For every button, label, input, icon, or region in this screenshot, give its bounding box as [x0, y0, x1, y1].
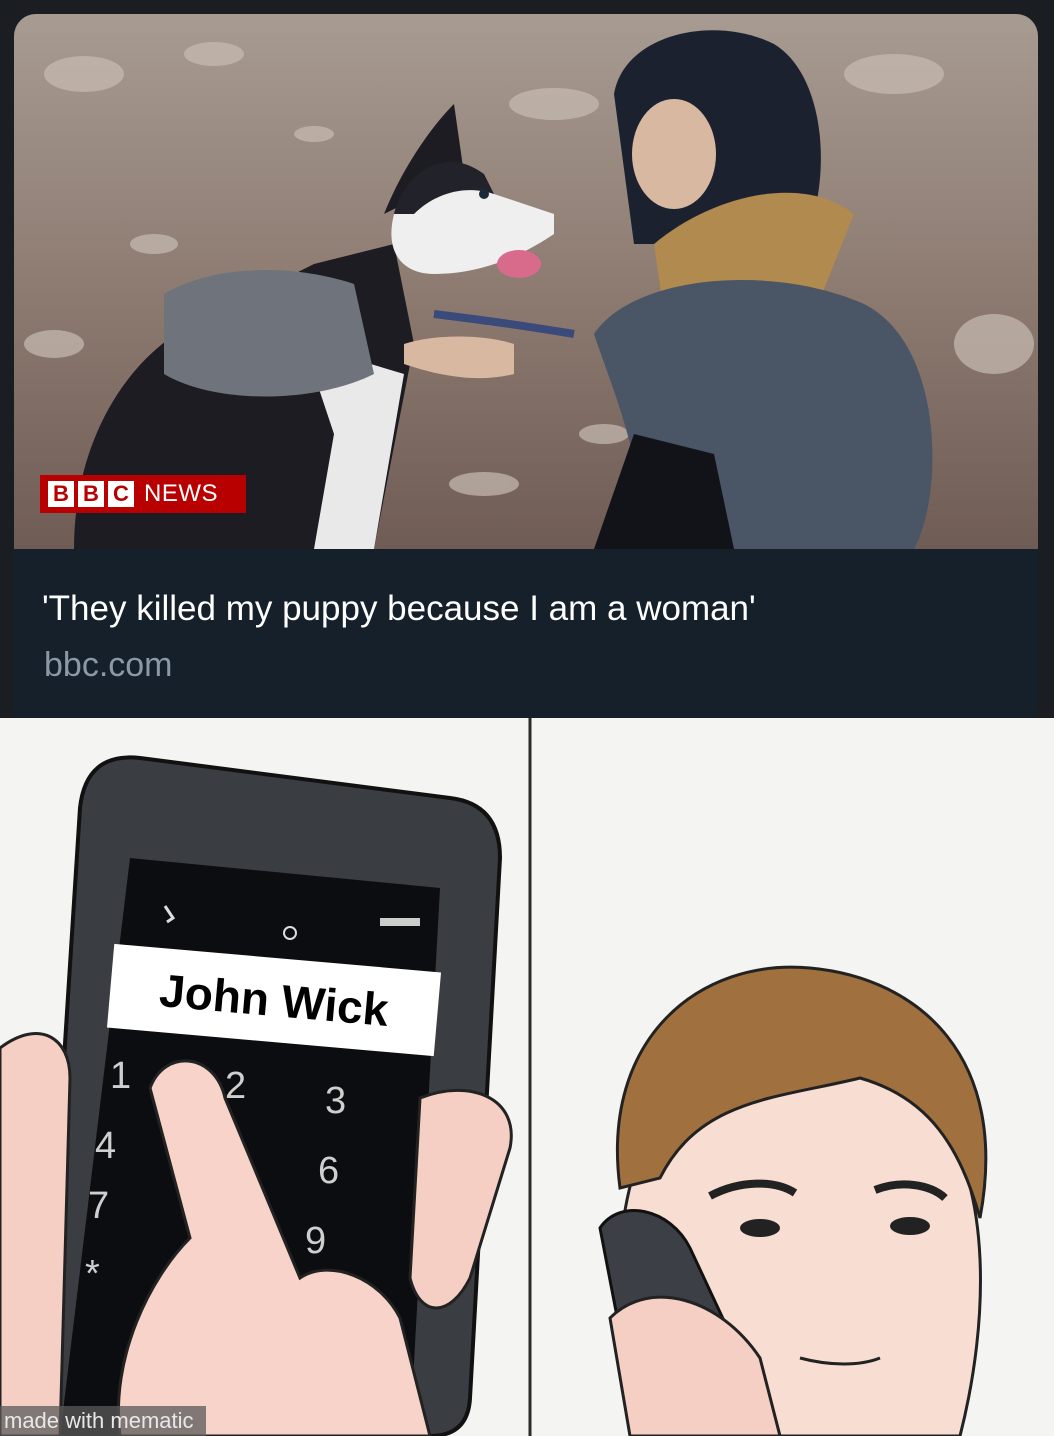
mematic-watermark: made with mematic [0, 1406, 206, 1436]
keypad-key: 9 [305, 1220, 326, 1262]
right-eye [890, 1217, 930, 1235]
news-photo[interactable] [14, 14, 1038, 549]
bbc-logo-news-text: NEWS [144, 480, 218, 507]
keypad-key: 3 [325, 1080, 346, 1122]
article-domain[interactable]: bbc.com [44, 646, 173, 685]
man-on-phone [598, 965, 988, 1436]
meme-caption-text: John Wick [157, 964, 391, 1036]
keypad-key: 4 [95, 1125, 116, 1167]
tweet-card[interactable]: B B C NEWS 'They killed my puppy because… [14, 14, 1038, 718]
woman-face [632, 99, 716, 209]
bbc-logo-letter: C [108, 481, 134, 507]
signal-icon [380, 918, 420, 926]
bbc-logo-letter: B [48, 481, 74, 507]
keypad-key: * [85, 1253, 100, 1295]
dog-harness [164, 270, 374, 397]
comic-illustration: 1 2 3 4 6 7 9 * 0 [0, 718, 988, 1436]
keypad-key: 2 [225, 1065, 246, 1107]
keypad-key: 6 [318, 1150, 339, 1192]
left-eye [740, 1219, 780, 1237]
bbc-logo-letter: B [78, 481, 104, 507]
comic-panel: 1 2 3 4 6 7 9 * 0 [0, 718, 1054, 1436]
article-headline[interactable]: 'They killed my puppy because I am a wom… [42, 589, 756, 629]
bbc-news-logo: B B C NEWS [40, 475, 246, 513]
dog-eye [479, 189, 489, 199]
dog-tongue [497, 250, 541, 278]
keypad-key: 1 [110, 1055, 131, 1097]
keypad-key: 7 [88, 1185, 109, 1227]
news-post-panel: B B C NEWS 'They killed my puppy because… [0, 0, 1054, 718]
